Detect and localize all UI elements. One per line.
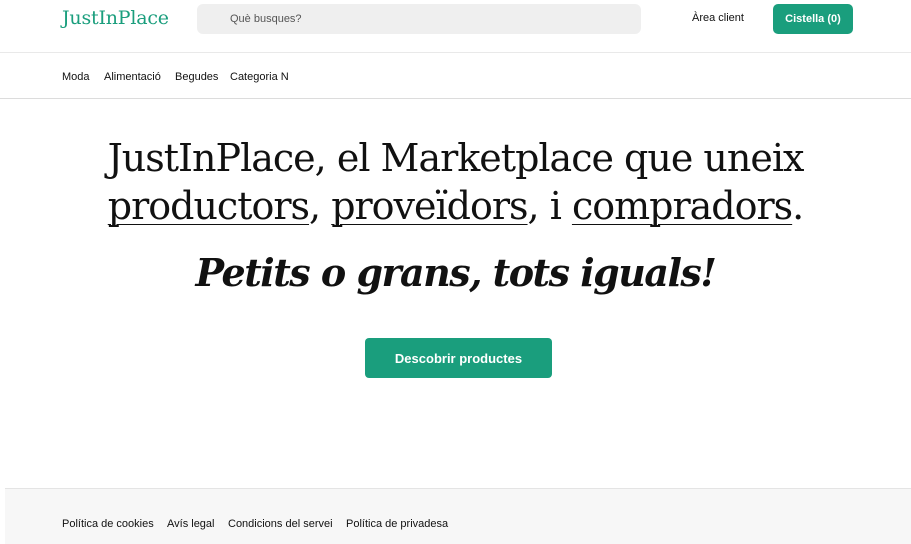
highlight-compradors: compradors — [571, 184, 793, 228]
footer-link-privacy[interactable]: Política de privadesa — [346, 517, 448, 531]
hero-title-separator: , i — [527, 184, 572, 228]
site-header: JustInPlace Àrea client Cistella (0) — [0, 0, 911, 53]
account-link[interactable]: Àrea client — [692, 11, 744, 25]
hero-title-separator: , — [309, 184, 332, 228]
search-input[interactable] — [197, 4, 641, 34]
nav-item-categoria-n[interactable]: Categoria N — [230, 70, 289, 84]
hero-title: JustInPlace, el Marketplace que uneix pro… — [0, 134, 911, 230]
hero-title-prefix: JustInPlace, el Marketplace que uneix — [107, 136, 805, 180]
nav-item-moda[interactable]: Moda — [62, 70, 90, 84]
nav-item-alimentacio[interactable]: Alimentació — [104, 70, 161, 84]
hero-tagline: Petits o grans, tots iguals! — [195, 250, 717, 295]
hero-title-end: . — [792, 184, 804, 228]
nav-item-begudes[interactable]: Begudes — [175, 70, 218, 84]
highlight-productors: productors — [107, 184, 310, 228]
site-footer: Política de cookies Avís legal Condicion… — [5, 488, 911, 544]
footer-link-cookies[interactable]: Política de cookies — [62, 517, 154, 531]
site-logo[interactable]: JustInPlace — [62, 6, 169, 30]
footer-link-legal[interactable]: Avís legal — [167, 517, 215, 531]
category-nav: Moda Alimentació Begudes Categoria N — [0, 54, 911, 99]
cart-button[interactable]: Cistella (0) — [773, 4, 853, 34]
discover-products-button[interactable]: Descobrir productes — [365, 338, 552, 378]
footer-link-terms[interactable]: Condicions del servei — [228, 517, 333, 531]
highlight-proveidors: proveïdors — [331, 184, 528, 228]
